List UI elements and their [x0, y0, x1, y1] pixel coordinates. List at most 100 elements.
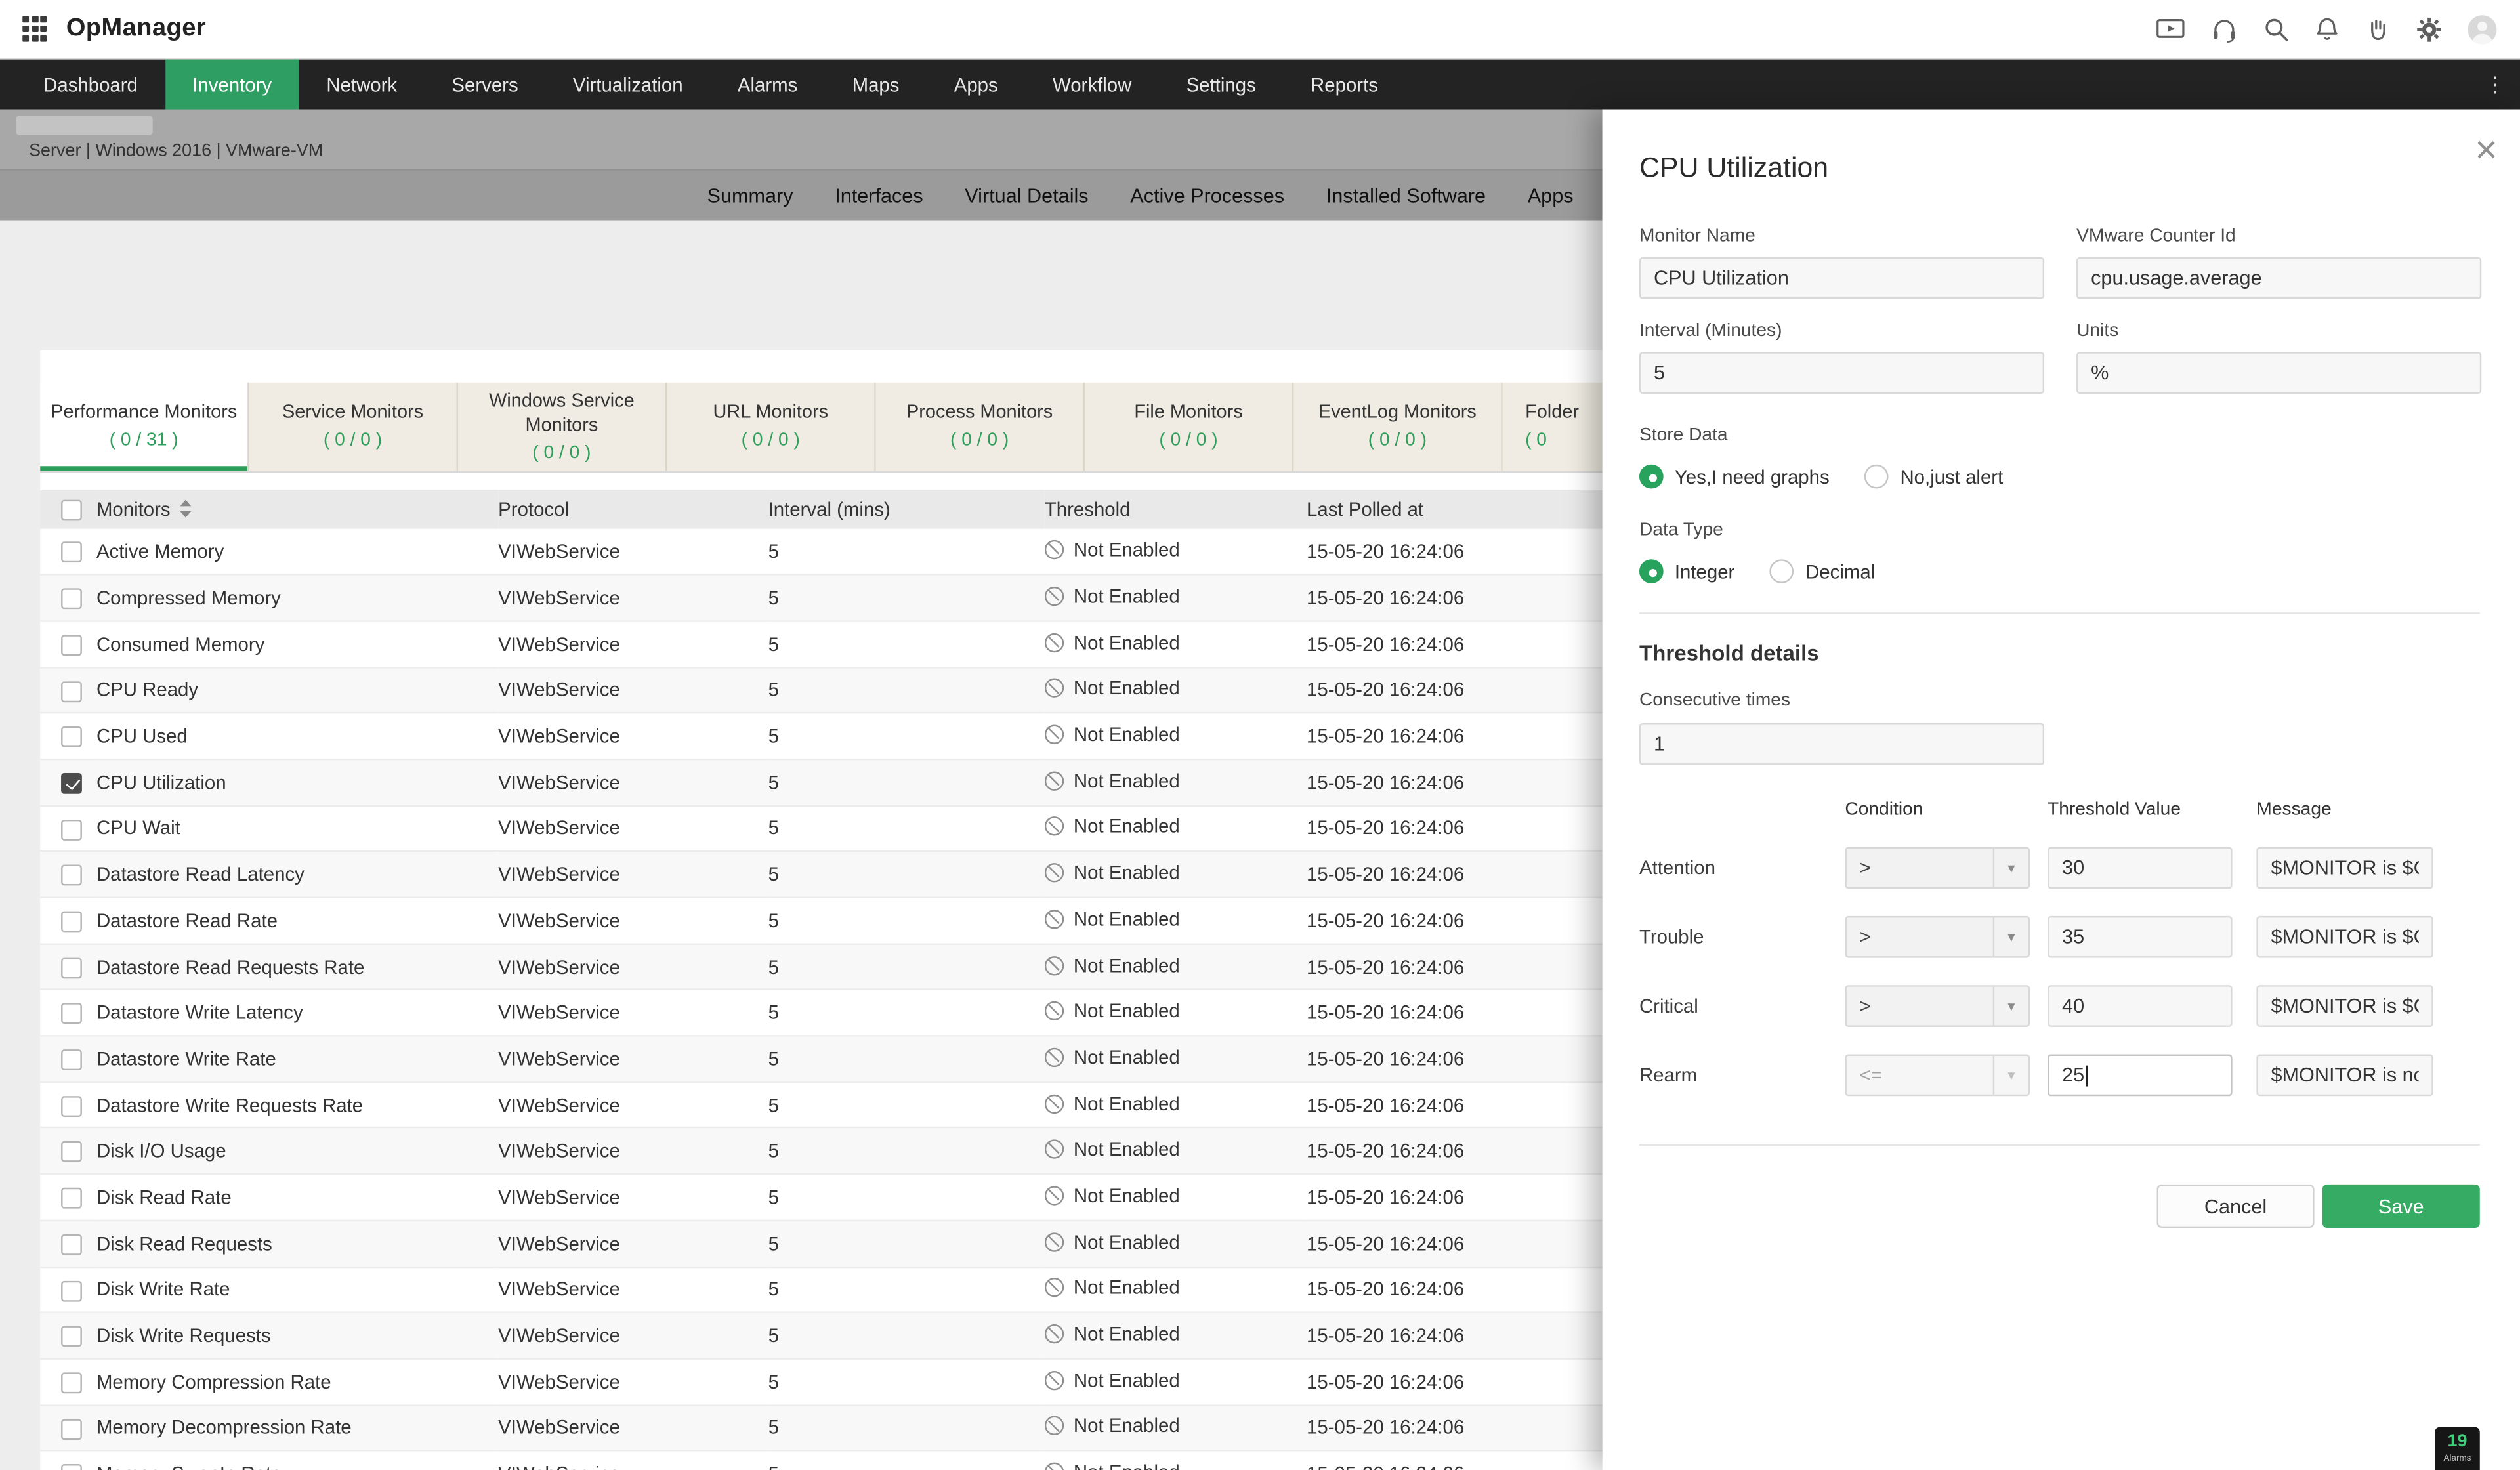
row-checkbox[interactable] [61, 865, 82, 887]
column-header-monitors[interactable]: Monitors [96, 490, 499, 529]
table-row-disk-read-requests[interactable]: Disk Read Requests VIWebService 5 Not Enabl… [40, 1220, 1603, 1268]
table-row-cpu-ready[interactable]: CPU Ready VIWebService 5 Not Enabled 15-05-2… [40, 667, 1603, 714]
monitor-tab-windows-service-monitors[interactable]: Windows Service Monitors ( 0 / 0 ) [457, 382, 667, 471]
monitor-tab-file-monitors[interactable]: File Monitors ( 0 / 0 ) [1085, 382, 1294, 471]
device-tab-virtual-details[interactable]: Virtual Details [965, 184, 1088, 206]
table-row-cpu-wait[interactable]: CPU Wait VIWebService 5 Not Enabled 15-05-20… [40, 805, 1603, 852]
table-row-disk-write-requests[interactable]: Disk Write Requests VIWebService 5 Not Enab… [40, 1312, 1603, 1360]
row-checkbox[interactable] [61, 1141, 82, 1163]
table-row-compressed-memory[interactable]: Compressed Memory VIWebService 5 Not Enable… [40, 574, 1603, 622]
row-checkbox[interactable] [61, 1188, 82, 1209]
monitor-tab-service-monitors[interactable]: Service Monitors ( 0 / 0 ) [249, 382, 458, 471]
monitor-name-cell[interactable]: Disk Read Requests [96, 1220, 499, 1268]
device-tab-interfaces[interactable]: Interfaces [835, 184, 923, 206]
row-checkbox[interactable] [61, 819, 82, 840]
condition-select-trouble[interactable]: > ▾ [1845, 915, 2030, 958]
table-row-datastore-write-requests-rate[interactable]: Datastore Write Requests Rate VIWebServic… [40, 1082, 1603, 1129]
interval-input[interactable] [1639, 352, 2045, 394]
hand-icon[interactable] [2364, 15, 2391, 43]
table-row-datastore-write-rate[interactable]: Datastore Write Rate VIWebService 5 Not Ena… [40, 1036, 1603, 1083]
close-icon[interactable]: × [2475, 131, 2497, 171]
threshold-value-input-attention[interactable]: 30 [2048, 847, 2233, 889]
apps-grid-icon[interactable] [22, 16, 47, 41]
nav-item-apps[interactable]: Apps [927, 60, 1025, 110]
monitor-name-cell[interactable]: Disk Write Requests [96, 1312, 499, 1360]
row-checkbox[interactable] [61, 681, 82, 702]
condition-select-attention[interactable]: > ▾ [1845, 847, 2030, 889]
row-checkbox[interactable] [61, 1003, 82, 1024]
row-checkbox[interactable] [61, 588, 82, 610]
nav-item-alarms[interactable]: Alarms [710, 60, 825, 110]
radio-option-integer[interactable]: Integer [1639, 559, 1734, 583]
alarm-count-badge[interactable]: 19 Alarms [2435, 1427, 2480, 1470]
table-row-datastore-read-latency[interactable]: Datastore Read Latency VIWebService 5 Not E… [40, 851, 1603, 898]
column-header-interval-mins[interactable]: Interval (mins) [768, 490, 1045, 529]
row-checkbox[interactable] [61, 1095, 82, 1117]
bell-icon[interactable] [2315, 15, 2340, 43]
sort-icon[interactable] [180, 499, 192, 521]
radio-option-no-just-alert[interactable]: No,just alert [1864, 464, 2003, 489]
gear-icon[interactable] [2416, 15, 2443, 43]
table-row-consumed-memory[interactable]: Consumed Memory VIWebService 5 Not Enabled 1… [40, 621, 1603, 668]
monitor-name-cell[interactable]: CPU Used [96, 713, 499, 761]
monitor-name-cell[interactable]: Datastore Write Latency [96, 990, 499, 1037]
monitor-name-cell[interactable]: Datastore Read Rate [96, 897, 499, 945]
nav-item-servers[interactable]: Servers [425, 60, 546, 110]
monitor-tab-performance-monitors[interactable]: Performance Monitors ( 0 / 31 ) [40, 382, 249, 471]
nav-item-reports[interactable]: Reports [1283, 60, 1405, 110]
message-input-trouble[interactable] [2256, 915, 2433, 958]
monitor-name-cell[interactable]: CPU Ready [96, 667, 499, 714]
row-checkbox[interactable] [61, 1049, 82, 1071]
monitor-name-cell[interactable]: Disk I/O Usage [96, 1128, 499, 1175]
threshold-value-input-trouble[interactable]: 35 [2048, 915, 2233, 958]
monitor-name-cell[interactable]: Disk Write Rate [96, 1266, 499, 1314]
monitor-name-cell[interactable]: Compressed Memory [96, 574, 499, 622]
nav-item-virtualization[interactable]: Virtualization [545, 60, 710, 110]
threshold-value-input-rearm[interactable]: 25 [2048, 1054, 2233, 1097]
cancel-button[interactable]: Cancel [2156, 1184, 2315, 1228]
monitor-name-cell[interactable]: Datastore Write Requests Rate [96, 1082, 499, 1129]
nav-overflow-menu-icon[interactable]: ⋮ [2485, 60, 2506, 110]
table-row-memory-swapin-rate[interactable]: Memory SwapIn RateVIWebService5 Not Enabl… [40, 1450, 1603, 1470]
message-input-critical[interactable] [2256, 985, 2433, 1027]
row-checkbox[interactable] [61, 635, 82, 656]
monitor-tab-process-monitors[interactable]: Process Monitors ( 0 / 0 ) [875, 382, 1085, 471]
device-tab-apps[interactable]: Apps [1528, 184, 1574, 206]
monitor-name-input[interactable] [1639, 257, 2045, 299]
row-checkbox[interactable] [61, 1372, 82, 1393]
nav-item-settings[interactable]: Settings [1159, 60, 1283, 110]
row-checkbox[interactable] [61, 772, 82, 794]
monitor-name-cell[interactable]: CPU Wait [96, 805, 499, 852]
device-tab-installed-software[interactable]: Installed Software [1326, 184, 1486, 206]
table-row-datastore-read-requests-rate[interactable]: Datastore Read Requests Rate VIWebService… [40, 944, 1603, 991]
table-row-datastore-write-latency[interactable]: Datastore Write Latency VIWebService 5 Not … [40, 990, 1603, 1037]
nav-item-dashboard[interactable]: Dashboard [16, 60, 165, 110]
monitor-tab-eventlog-monitors[interactable]: EventLog Monitors ( 0 / 0 ) [1293, 382, 1503, 471]
search-icon[interactable] [2263, 15, 2290, 43]
monitor-name-cell[interactable]: Consumed Memory [96, 621, 499, 668]
radio-option-decimal[interactable]: Decimal [1770, 559, 1875, 583]
user-avatar[interactable] [2467, 14, 2498, 45]
table-row-datastore-read-rate[interactable]: Datastore Read Rate VIWebService 5 Not Enab… [40, 897, 1603, 945]
nav-item-network[interactable]: Network [299, 60, 425, 110]
row-checkbox[interactable] [61, 1326, 82, 1347]
message-input-attention[interactable] [2256, 847, 2433, 889]
device-tab-summary[interactable]: Summary [707, 184, 793, 206]
row-checkbox[interactable] [61, 1418, 82, 1440]
monitor-name-cell[interactable]: Memory Decompression Rate [96, 1404, 499, 1452]
units-input[interactable] [2076, 352, 2482, 394]
monitor-name-cell[interactable]: Disk Read Rate [96, 1174, 499, 1221]
select-all-checkbox[interactable] [61, 500, 82, 521]
table-row-cpu-used[interactable]: CPU Used VIWebService 5 Not Enabled 15-05-20… [40, 713, 1603, 761]
save-button[interactable]: Save [2322, 1184, 2480, 1228]
nav-item-maps[interactable]: Maps [825, 60, 927, 110]
table-row-active-memory[interactable]: Active Memory VIWebService 5 Not Enabled 15-… [40, 528, 1603, 576]
monitor-tab-url-monitors[interactable]: URL Monitors ( 0 / 0 ) [667, 382, 876, 471]
consecutive-times-input[interactable] [1639, 723, 2045, 765]
monitor-tab-folder[interactable]: Folder ( 0 [1502, 382, 1603, 471]
message-input-rearm[interactable] [2256, 1054, 2433, 1097]
table-row-disk-i-o-usage[interactable]: Disk I/O Usage VIWebService 5 Not Enabled 15… [40, 1128, 1603, 1175]
row-checkbox[interactable] [61, 726, 82, 748]
condition-select-critical[interactable]: > ▾ [1845, 985, 2030, 1027]
row-checkbox[interactable] [61, 1464, 82, 1470]
